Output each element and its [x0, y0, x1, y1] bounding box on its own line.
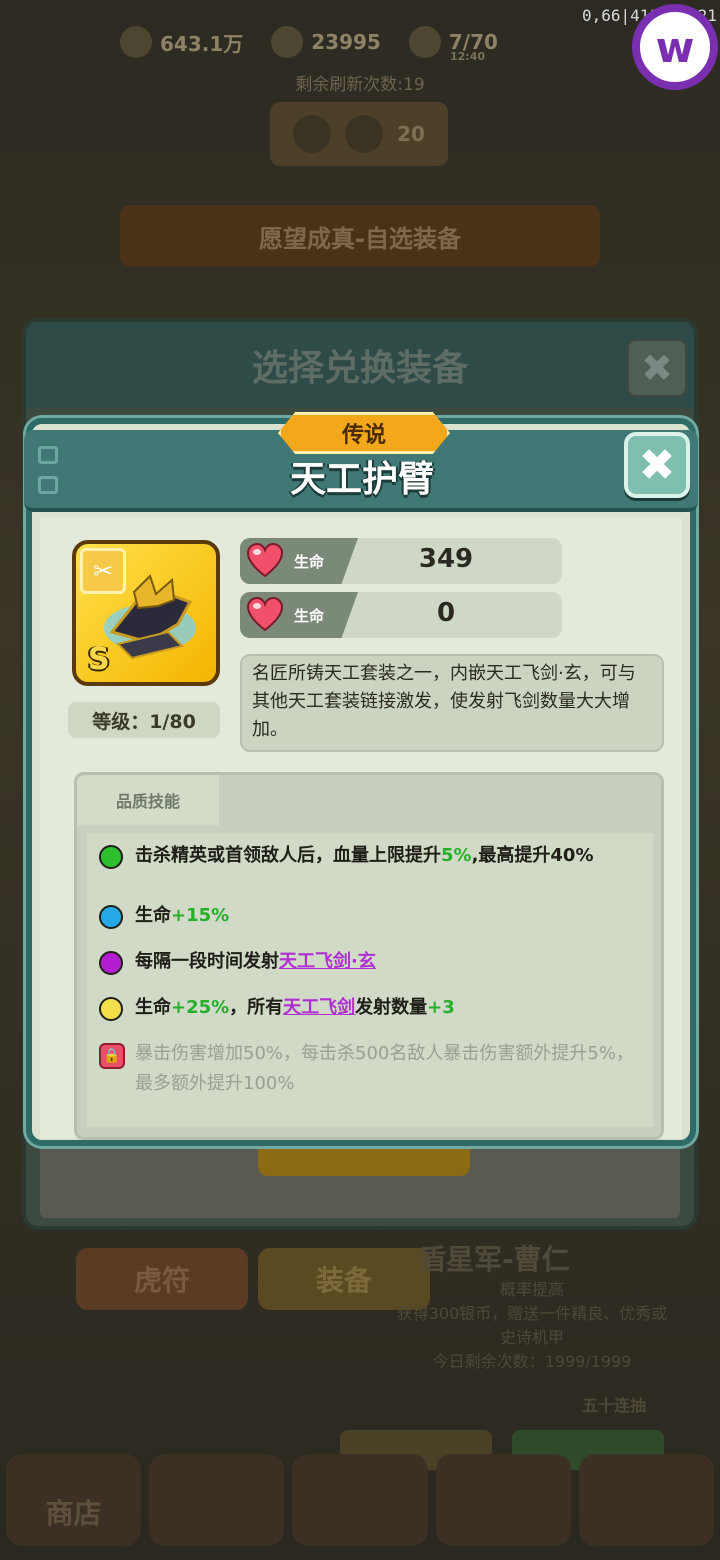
skill-value: 5% [441, 845, 472, 866]
skill-link[interactable]: 天工飞剑·玄 [279, 951, 376, 972]
skills-list: 击杀精英或首领敌人后，血量上限提升5%,最高提升40% 生命+15% 每隔一段时… [87, 833, 653, 1127]
skill-text: 生命+15% [135, 901, 647, 931]
hero-info: 概率提高 获得300银币，赠送一件精良、优秀或 史诗机甲 今日剩余次数：1999… [382, 1278, 682, 1374]
close-button[interactable]: ✖ [624, 432, 690, 498]
skill-text: 击杀精英或首领敌人后，血量上限提升5%,最高提升40% [135, 841, 647, 871]
skill-item-locked: 🔒 暴击伤害增加50%，每击杀500名敌人暴击伤害额外提升5%，最多额外提升10… [99, 1039, 647, 1099]
equipment-name: 天工护臂 [289, 459, 434, 500]
nav-item-5[interactable] [578, 1454, 715, 1546]
fifty-pull-label: 五十连抽 [582, 1396, 647, 1415]
parent-close-button[interactable]: ✖ [626, 338, 688, 398]
skill-text-part: 发射数量 [355, 997, 428, 1018]
skill-value: +15% [171, 905, 230, 926]
close-icon: ✖ [638, 439, 676, 491]
armguard-icon [104, 574, 196, 660]
hero-info-line: 概率提高 [499, 1280, 564, 1299]
heart-icon [271, 26, 304, 58]
stat-row: 生命 0 [240, 592, 562, 638]
equipment-description: 名匠所铸天工套装之一，内嵌天工飞剑·玄，可与其他天工套装链接激发，使发射飞剑数量… [240, 654, 664, 752]
heart-value: 23995 [311, 30, 381, 54]
skill-item: 生命+25%，所有天工飞剑发射数量+3 [99, 993, 647, 1023]
equipment-icon: ✂ S [72, 540, 220, 686]
refresh-count-text: 剩余刷新次数:19 [295, 75, 425, 95]
blue-dot-icon [99, 905, 123, 929]
refresh-icon [293, 115, 332, 153]
skill-text: 暴击伤害增加50%，每击杀500名敌人暴击伤害额外提升5%，最多额外提升100% [135, 1043, 634, 1094]
dialog-content: ✂ S 等级：1/80 生命 349 生命 0 名匠所铸天工套装之一，内嵌天工飞… [40, 518, 682, 1140]
tab-hufu[interactable]: 虎符 [76, 1248, 248, 1310]
recorder-logo-icon: w [632, 4, 718, 90]
wish-banner: 愿望成真-自选装备 [120, 205, 600, 267]
coin-icon [120, 26, 152, 58]
skill-text-part: 击杀精英或首领敌人后，血量上限提升 [135, 845, 441, 866]
rarity-badge: 传说 [278, 412, 450, 454]
hero-info-line: 今日剩余次数：1999/1999 [432, 1352, 632, 1371]
heart-resource: 23995 [271, 26, 381, 58]
equipment-detail-dialog: 传说 天工护臂 ✖ ✂ S 等级：1/80 生命 349 生命 0 名匠所铸天工… [24, 412, 698, 1146]
nav-item-3[interactable] [292, 1454, 428, 1546]
heart-icon [246, 542, 284, 578]
stat-name: 生命 [294, 553, 325, 571]
bottom-nav: 商店 [0, 1440, 720, 1560]
skill-item: 每隔一段时间发射天工飞剑·玄 [99, 947, 647, 977]
skill-text-part: 生命 [135, 905, 171, 926]
hero-info-line: 获得300银币，赠送一件精良、优秀或 [396, 1304, 668, 1323]
green-dot-icon [99, 845, 123, 869]
refresh-cost: 20 [397, 122, 425, 146]
skill-link[interactable]: 天工飞剑 [283, 997, 355, 1018]
heart-icon [246, 596, 284, 632]
purple-dot-icon [99, 951, 123, 975]
refresh-button[interactable]: 20 [270, 102, 448, 166]
coin-resource: 643.1万 [120, 26, 243, 58]
quality-skills-panel: 品质技能 击杀精英或首领敌人后，血量上限提升5%,最高提升40% 生命+15% … [74, 772, 664, 1140]
yellow-dot-icon [99, 997, 123, 1021]
skill-value: +25% [171, 997, 230, 1018]
stat-value: 349 [418, 544, 474, 574]
nav-item-4[interactable] [435, 1454, 571, 1546]
hero-info-line: 史诗机甲 [499, 1328, 564, 1347]
stat-row: 生命 349 [240, 538, 562, 584]
skill-value: +3 [427, 997, 455, 1018]
skills-header: 品质技能 [77, 775, 219, 825]
equipment-level: 等级：1/80 [68, 702, 220, 738]
skill-text-part: ,最高提升40% [471, 845, 594, 866]
skill-text-part: 生命 [135, 997, 171, 1018]
resource-bar: 643.1万 23995 7/70 12:40 [120, 20, 520, 64]
stamina-timer: 12:40 [450, 50, 486, 63]
stat-name: 生命 [294, 607, 325, 625]
skill-text-part: 每隔一段时间发射 [135, 951, 279, 972]
hero-title: 盾星军-曹仁 [418, 1243, 570, 1276]
stamina-icon [408, 26, 441, 58]
nav-item-2[interactable] [149, 1454, 285, 1546]
coin-value: 643.1万 [160, 31, 244, 56]
skill-text: 生命+25%，所有天工飞剑发射数量+3 [135, 993, 647, 1023]
lock-icon: 🔒 [99, 1043, 125, 1069]
skill-text-part: ，所有 [229, 997, 284, 1018]
heart-cost-icon [345, 115, 384, 153]
nav-shop[interactable]: 商店 [6, 1454, 142, 1546]
stat-value: 0 [436, 598, 456, 628]
parent-dialog-title: 选择兑换装备 [26, 322, 694, 408]
skill-item: 生命+15% [99, 901, 647, 931]
skill-item: 击杀精英或首领敌人后，血量上限提升5%,最高提升40% [99, 841, 647, 901]
skill-text: 每隔一段时间发射天工飞剑·玄 [135, 947, 647, 977]
grade-letter: S [88, 642, 110, 677]
